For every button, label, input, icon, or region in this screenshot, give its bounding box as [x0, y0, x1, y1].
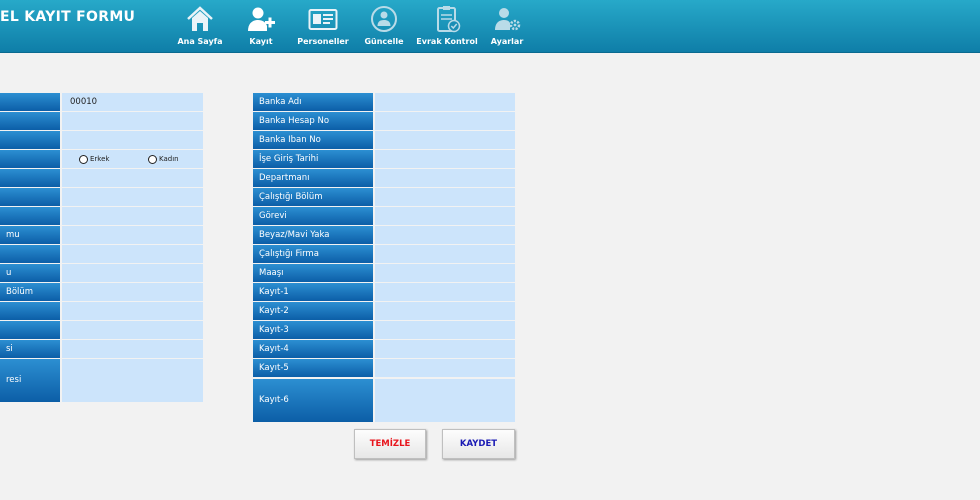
right-form-row: Banka Hesap No — [0, 112, 980, 130]
save-button[interactable]: KAYDET — [442, 429, 515, 459]
clear-button[interactable]: TEMİZLE — [354, 429, 426, 459]
right-field-label: Kayıt-3 — [253, 321, 373, 339]
app-title: EL KAYIT FORMU — [0, 9, 136, 25]
clipboard-check-icon — [437, 6, 461, 33]
right-form-row: Kayıt-5 — [0, 359, 980, 377]
right-field-label: Kayıt-2 — [253, 302, 373, 320]
right-field-input[interactable] — [375, 150, 515, 168]
right-form-row: Kayıt-6 — [0, 379, 980, 422]
right-form-row: Kayıt-3 — [0, 321, 980, 339]
nav-update[interactable]: Güncelle — [354, 0, 414, 52]
right-field-input[interactable] — [375, 93, 515, 111]
right-field-input[interactable] — [375, 188, 515, 206]
right-field-label: Çalıştığı Bölüm — [253, 188, 373, 206]
right-field-input[interactable] — [375, 379, 515, 422]
right-field-label: Çalıştığı Firma — [253, 245, 373, 263]
right-field-label: Kayıt-4 — [253, 340, 373, 358]
right-form-row: Çalıştığı Firma — [0, 245, 980, 263]
refresh-user-icon — [371, 6, 397, 32]
right-field-input[interactable] — [375, 112, 515, 130]
nav-settings[interactable]: Ayarlar — [477, 0, 537, 52]
right-field-input[interactable] — [375, 264, 515, 282]
right-form-row: Kayıt-1 — [0, 283, 980, 301]
right-field-label: Maaşı — [253, 264, 373, 282]
right-field-input[interactable] — [375, 245, 515, 263]
right-form-row: Çalıştığı Bölüm — [0, 188, 980, 206]
right-field-label: Banka Adı — [253, 93, 373, 111]
right-field-label: Departmanı — [253, 169, 373, 187]
right-field-label: İşe Giriş Tarihi — [253, 150, 373, 168]
add-user-icon — [248, 7, 275, 31]
right-form-row: Kayıt-4 — [0, 340, 980, 358]
right-field-label: Kayıt-1 — [253, 283, 373, 301]
right-field-input[interactable] — [375, 321, 515, 339]
right-form-row: Maaşı — [0, 264, 980, 282]
user-gear-icon — [495, 8, 521, 31]
right-field-label: Görevi — [253, 207, 373, 225]
right-field-input[interactable] — [375, 302, 515, 320]
right-field-input[interactable] — [375, 283, 515, 301]
right-form-row: İşe Giriş Tarihi — [0, 150, 980, 168]
right-field-label: Beyaz/Mavi Yaka — [253, 226, 373, 244]
right-form-row: Banka Iban No — [0, 131, 980, 149]
nav-register[interactable]: Kayıt — [231, 0, 291, 52]
right-form-row: Departmanı — [0, 169, 980, 187]
right-form-row: Banka Adı — [0, 93, 980, 111]
right-form-row: Görevi — [0, 207, 980, 225]
right-field-label: Banka Hesap No — [253, 112, 373, 130]
right-form-row: Beyaz/Mavi Yaka — [0, 226, 980, 244]
home-icon — [187, 6, 213, 31]
right-field-label: Kayıt-6 — [253, 379, 373, 422]
right-field-input[interactable] — [375, 340, 515, 358]
right-form-row: Kayıt-2 — [0, 302, 980, 320]
right-field-label: Banka Iban No — [253, 131, 373, 149]
right-field-input[interactable] — [375, 169, 515, 187]
right-field-input[interactable] — [375, 131, 515, 149]
app-header: EL KAYIT FORMU Ana Sayfa Kayıt Personell… — [0, 0, 980, 53]
right-field-label: Kayıt-5 — [253, 359, 373, 377]
right-field-input[interactable] — [375, 207, 515, 225]
right-field-input[interactable] — [375, 359, 515, 377]
nav-settings-label: Ayarlar — [490, 37, 524, 46]
right-field-input[interactable] — [375, 226, 515, 244]
id-card-icon — [308, 9, 338, 30]
